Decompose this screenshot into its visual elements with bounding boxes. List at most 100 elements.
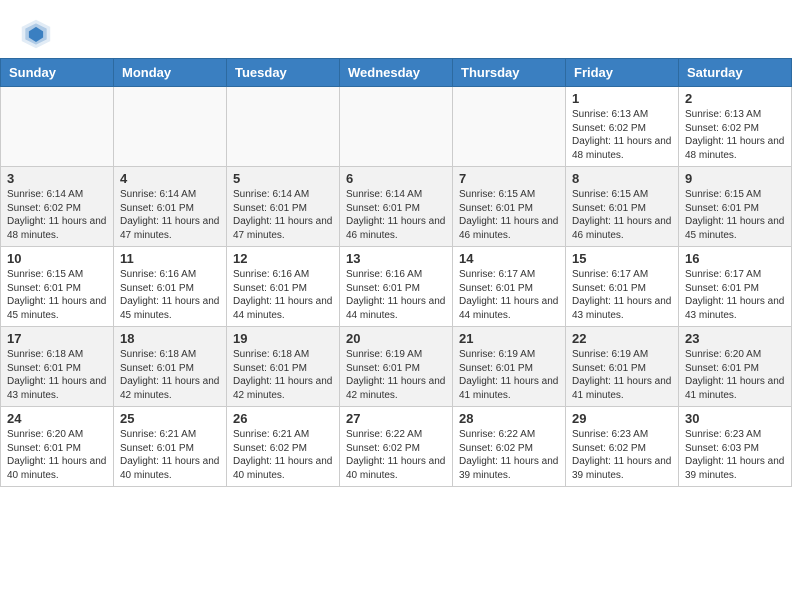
day-number: 26 xyxy=(233,411,333,426)
day-number: 23 xyxy=(685,331,785,346)
calendar-day-29: 29Sunrise: 6:23 AM Sunset: 6:02 PM Dayli… xyxy=(566,407,679,487)
day-number: 27 xyxy=(346,411,446,426)
calendar-day-empty xyxy=(114,87,227,167)
weekday-header-tuesday: Tuesday xyxy=(227,59,340,87)
day-info: Sunrise: 6:21 AM Sunset: 6:01 PM Dayligh… xyxy=(120,428,220,482)
calendar-table: SundayMondayTuesdayWednesdayThursdayFrid… xyxy=(0,58,792,487)
calendar-day-11: 11 Sunrise: 6:16 AM Sunset: 6:01 PM Dayli… xyxy=(114,247,227,327)
weekday-header-row: SundayMondayTuesdayWednesdayThursdayFrid… xyxy=(1,59,792,87)
day-number: 9 xyxy=(685,171,785,186)
day-info: Sunrise: 6:14 AM Sunset: 6:02 PM Dayligh… xyxy=(7,188,107,242)
day-number: 1 xyxy=(572,91,672,106)
day-info: Sunrise: 6:15 AM Sunset: 6:01 PM Dayligh… xyxy=(685,188,785,242)
day-info: Sunrise: 6:19 AM Sunset: 6:01 PM Dayligh… xyxy=(572,348,672,402)
calendar-day-7: 7 Sunrise: 6:15 AM Sunset: 6:01 PM Daylig… xyxy=(453,167,566,247)
calendar-day-8: 8 Sunrise: 6:15 AM Sunset: 6:01 PM Daylig… xyxy=(566,167,679,247)
day-number: 13 xyxy=(346,251,446,266)
calendar-day-19: 19 Sunrise: 6:18 AM Sunset: 6:01 PM Dayli… xyxy=(227,327,340,407)
day-info: Sunrise: 6:13 AM Sunset: 6:02 PM Dayligh… xyxy=(685,108,785,162)
day-number: 21 xyxy=(459,331,559,346)
day-number: 2 xyxy=(685,91,785,106)
calendar-day-23: 23 Sunrise: 6:20 AM Sunset: 6:01 PM Dayli… xyxy=(679,327,792,407)
calendar-day-9: 9 Sunrise: 6:15 AM Sunset: 6:01 PM Daylig… xyxy=(679,167,792,247)
day-number: 15 xyxy=(572,251,672,266)
day-number: 18 xyxy=(120,331,220,346)
day-info: Sunrise: 6:17 AM Sunset: 6:01 PM Dayligh… xyxy=(685,268,785,322)
weekday-header-sunday: Sunday xyxy=(1,59,114,87)
day-info: Sunrise: 6:19 AM Sunset: 6:01 PM Dayligh… xyxy=(459,348,559,402)
calendar-day-10: 10Sunrise: 6:15 AM Sunset: 6:01 PM Dayli… xyxy=(1,247,114,327)
day-info: Sunrise: 6:19 AM Sunset: 6:01 PM Dayligh… xyxy=(346,348,446,402)
calendar-day-4: 4Sunrise: 6:14 AM Sunset: 6:01 PM Daylig… xyxy=(114,167,227,247)
day-info: Sunrise: 6:17 AM Sunset: 6:01 PM Dayligh… xyxy=(459,268,559,322)
day-number: 28 xyxy=(459,411,559,426)
calendar-day-27: 27 Sunrise: 6:22 AM Sunset: 6:02 PM Dayli… xyxy=(340,407,453,487)
day-info: Sunrise: 6:13 AM Sunset: 6:02 PM Dayligh… xyxy=(572,108,672,162)
page-header xyxy=(0,0,792,58)
day-info: Sunrise: 6:23 AM Sunset: 6:03 PM Dayligh… xyxy=(685,428,785,482)
calendar-week-2: 3 Sunrise: 6:14 AM Sunset: 6:02 PM Daylig… xyxy=(1,167,792,247)
day-info: Sunrise: 6:16 AM Sunset: 6:01 PM Dayligh… xyxy=(346,268,446,322)
day-number: 11 xyxy=(120,251,220,266)
day-info: Sunrise: 6:18 AM Sunset: 6:01 PM Dayligh… xyxy=(233,348,333,402)
calendar-week-4: 17 Sunrise: 6:18 AM Sunset: 6:01 PM Dayli… xyxy=(1,327,792,407)
logo-icon xyxy=(20,18,52,50)
day-number: 12 xyxy=(233,251,333,266)
calendar-day-28: 28 Sunrise: 6:22 AM Sunset: 6:02 PM Dayli… xyxy=(453,407,566,487)
calendar-day-17: 17 Sunrise: 6:18 AM Sunset: 6:01 PM Dayli… xyxy=(1,327,114,407)
weekday-header-monday: Monday xyxy=(114,59,227,87)
day-number: 14 xyxy=(459,251,559,266)
day-info: Sunrise: 6:14 AM Sunset: 6:01 PM Dayligh… xyxy=(233,188,333,242)
day-info: Sunrise: 6:20 AM Sunset: 6:01 PM Dayligh… xyxy=(7,428,107,482)
day-info: Sunrise: 6:14 AM Sunset: 6:01 PM Dayligh… xyxy=(346,188,446,242)
day-number: 16 xyxy=(685,251,785,266)
day-info: Sunrise: 6:22 AM Sunset: 6:02 PM Dayligh… xyxy=(346,428,446,482)
calendar-day-26: 26 Sunrise: 6:21 AM Sunset: 6:02 PM Dayli… xyxy=(227,407,340,487)
calendar-day-30: 30 Sunrise: 6:23 AM Sunset: 6:03 PM Dayli… xyxy=(679,407,792,487)
day-info: Sunrise: 6:22 AM Sunset: 6:02 PM Dayligh… xyxy=(459,428,559,482)
day-number: 20 xyxy=(346,331,446,346)
day-number: 30 xyxy=(685,411,785,426)
day-number: 5 xyxy=(233,171,333,186)
day-number: 3 xyxy=(7,171,107,186)
weekday-header-wednesday: Wednesday xyxy=(340,59,453,87)
calendar-day-5: 5 Sunrise: 6:14 AM Sunset: 6:01 PM Daylig… xyxy=(227,167,340,247)
calendar-day-2: 2 Sunrise: 6:13 AM Sunset: 6:02 PM Daylig… xyxy=(679,87,792,167)
logo xyxy=(20,18,56,50)
day-info: Sunrise: 6:16 AM Sunset: 6:01 PM Dayligh… xyxy=(120,268,220,322)
calendar-day-1: 1 Sunrise: 6:13 AM Sunset: 6:02 PM Daylig… xyxy=(566,87,679,167)
day-number: 17 xyxy=(7,331,107,346)
day-number: 22 xyxy=(572,331,672,346)
calendar-day-empty xyxy=(340,87,453,167)
day-number: 8 xyxy=(572,171,672,186)
weekday-header-thursday: Thursday xyxy=(453,59,566,87)
day-info: Sunrise: 6:14 AM Sunset: 6:01 PM Dayligh… xyxy=(120,188,220,242)
calendar-day-16: 16 Sunrise: 6:17 AM Sunset: 6:01 PM Dayli… xyxy=(679,247,792,327)
weekday-header-saturday: Saturday xyxy=(679,59,792,87)
day-info: Sunrise: 6:23 AM Sunset: 6:02 PM Dayligh… xyxy=(572,428,672,482)
day-number: 7 xyxy=(459,171,559,186)
weekday-header-friday: Friday xyxy=(566,59,679,87)
calendar-day-18: 18Sunrise: 6:18 AM Sunset: 6:01 PM Dayli… xyxy=(114,327,227,407)
calendar-day-13: 13 Sunrise: 6:16 AM Sunset: 6:01 PM Dayli… xyxy=(340,247,453,327)
day-info: Sunrise: 6:18 AM Sunset: 6:01 PM Dayligh… xyxy=(7,348,107,402)
calendar-day-14: 14 Sunrise: 6:17 AM Sunset: 6:01 PM Dayli… xyxy=(453,247,566,327)
calendar-day-24: 24 Sunrise: 6:20 AM Sunset: 6:01 PM Dayli… xyxy=(1,407,114,487)
calendar-day-empty xyxy=(1,87,114,167)
calendar-week-5: 24 Sunrise: 6:20 AM Sunset: 6:01 PM Dayli… xyxy=(1,407,792,487)
day-info: Sunrise: 6:15 AM Sunset: 6:01 PM Dayligh… xyxy=(459,188,559,242)
calendar-day-12: 12 Sunrise: 6:16 AM Sunset: 6:01 PM Dayli… xyxy=(227,247,340,327)
day-info: Sunrise: 6:15 AM Sunset: 6:01 PM Dayligh… xyxy=(572,188,672,242)
day-info: Sunrise: 6:21 AM Sunset: 6:02 PM Dayligh… xyxy=(233,428,333,482)
day-info: Sunrise: 6:20 AM Sunset: 6:01 PM Dayligh… xyxy=(685,348,785,402)
calendar-day-empty xyxy=(453,87,566,167)
day-info: Sunrise: 6:16 AM Sunset: 6:01 PM Dayligh… xyxy=(233,268,333,322)
calendar-day-15: 15Sunrise: 6:17 AM Sunset: 6:01 PM Dayli… xyxy=(566,247,679,327)
calendar-day-empty xyxy=(227,87,340,167)
calendar-day-20: 20 Sunrise: 6:19 AM Sunset: 6:01 PM Dayli… xyxy=(340,327,453,407)
day-number: 10 xyxy=(7,251,107,266)
day-number: 24 xyxy=(7,411,107,426)
calendar-day-22: 22 Sunrise: 6:19 AM Sunset: 6:01 PM Dayli… xyxy=(566,327,679,407)
calendar-week-3: 10Sunrise: 6:15 AM Sunset: 6:01 PM Dayli… xyxy=(1,247,792,327)
day-number: 19 xyxy=(233,331,333,346)
